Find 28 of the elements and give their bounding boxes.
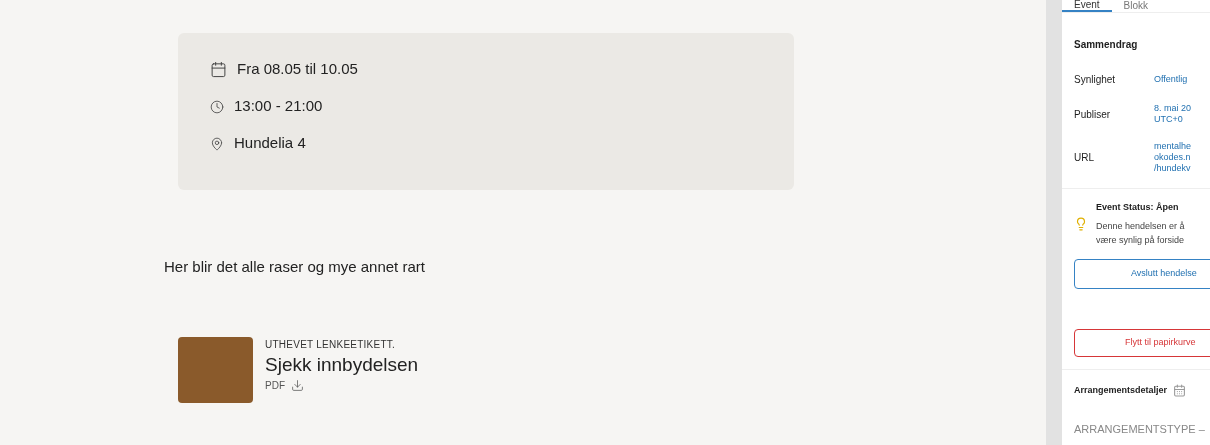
end-event-button[interactable]: Avslutt hendelse (1074, 258, 1210, 289)
download-icon[interactable] (291, 378, 304, 392)
trash-button[interactable]: Flytt til papirkurve (1074, 328, 1210, 357)
event-info-text: Hundelia 4 (234, 133, 306, 154)
clock-icon (210, 99, 224, 114)
calendar-icon (1173, 383, 1187, 397)
invitation-link[interactable]: Sjekk innbydelsen (265, 351, 419, 378)
calendar-icon (210, 61, 227, 78)
event-info-text: Fra 08.05 til 10.05 (237, 59, 358, 80)
description-text: Her blir det alle raser og mye annet rart (164, 257, 426, 277)
link-eyebrow: UTHEVET LENKEETIKETT. (265, 337, 397, 352)
sidebar-tab[interactable]: Event (1062, 0, 1112, 12)
summary-label: Synlighet (1073, 73, 1117, 87)
status-text: Denne hendelsen er å være synlig på forside (1096, 219, 1185, 247)
summary-value-link[interactable]: 8. mai 20 UTC+0 (1154, 103, 1192, 125)
status-title: Event Status: Åpen (1096, 201, 1180, 214)
summary-heading: Sammendrag (1074, 38, 1139, 52)
event-info-text: 13:00 - 21:00 (234, 96, 323, 117)
summary-label: Publiser (1073, 107, 1112, 122)
map-pin-icon (210, 136, 224, 151)
summary-value-link[interactable]: Offentlig (1154, 74, 1188, 85)
summary-value-link[interactable]: mentalhe okodes.n /hundekv (1154, 141, 1192, 174)
type-label: ARRANGEMENTSTYPE – (1074, 422, 1206, 437)
summary-label: URL (1073, 151, 1095, 165)
details-heading: Arrangementsdetaljer (1074, 383, 1168, 397)
sidebar-tab[interactable]: Blokk (1111, 0, 1161, 12)
lightbulb-icon (1074, 217, 1088, 231)
file-type-label: PDF (265, 378, 285, 393)
